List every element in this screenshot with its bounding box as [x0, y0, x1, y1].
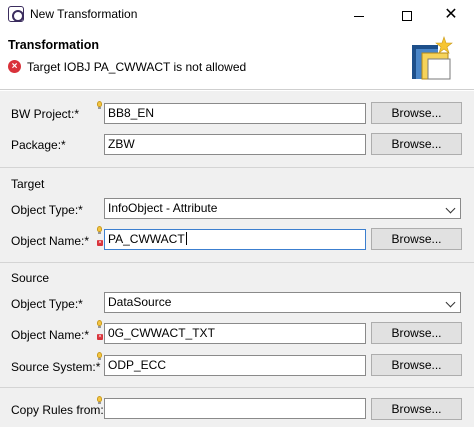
content-assist-bulb-icon — [97, 320, 102, 328]
content-assist-bulb-icon — [97, 396, 102, 404]
bw-project-label: BW Project:* — [11, 107, 80, 121]
minimize-icon — [354, 15, 364, 17]
copy-rules-field[interactable] — [104, 398, 366, 419]
target-object-type-select[interactable]: InfoObject - Attribute — [104, 198, 461, 219]
target-object-type-value: InfoObject - Attribute — [108, 201, 218, 215]
error-message: Target IOBJ PA_CWWACT is not allowed — [27, 60, 247, 74]
target-object-name-field[interactable]: PA_CWWACT — [104, 229, 366, 250]
wizard-title: Transformation — [8, 38, 99, 52]
source-system-label: Source System:* — [11, 360, 101, 374]
bw-project-field[interactable]: BB8_EN — [104, 103, 366, 124]
package-label: Package:* — [11, 138, 66, 152]
field-error-icon: × — [97, 334, 103, 340]
target-object-name-value: PA_CWWACT — [108, 232, 185, 246]
content-assist-bulb-icon — [97, 101, 102, 109]
source-object-name-browse-button[interactable]: Browse... — [371, 322, 462, 344]
package-field[interactable]: ZBW — [104, 134, 366, 155]
content-assist-bulb-icon — [97, 226, 102, 234]
field-error-icon: × — [97, 240, 103, 246]
close-button[interactable]: ✕ — [428, 0, 474, 30]
title-bar: New Transformation ✕ — [0, 0, 474, 30]
wizard-body: BW Project:* BB8_EN Browse... Package:* … — [0, 91, 474, 427]
bw-project-browse-button[interactable]: Browse... — [371, 102, 462, 124]
maximize-button[interactable] — [384, 0, 430, 30]
copy-rules-label: Copy Rules from: — [11, 403, 104, 417]
copy-rules-browse-button[interactable]: Browse... — [371, 398, 462, 420]
maximize-icon — [402, 11, 412, 22]
separator — [0, 167, 474, 168]
package-browse-button[interactable]: Browse... — [371, 133, 462, 155]
wizard-header: Transformation × Target IOBJ PA_CWWACT i… — [0, 30, 474, 90]
separator — [0, 387, 474, 388]
target-object-name-browse-button[interactable]: Browse... — [371, 228, 462, 250]
target-section-label: Target — [11, 177, 45, 191]
eclipse-app-icon — [8, 6, 24, 22]
source-object-type-select[interactable]: DataSource — [104, 292, 461, 313]
content-assist-bulb-icon — [97, 352, 102, 360]
source-object-type-label: Object Type:* — [11, 297, 83, 311]
target-object-type-label: Object Type:* — [11, 203, 83, 217]
window-title: New Transformation — [30, 7, 138, 21]
source-section-label: Source — [11, 271, 50, 285]
chevron-down-icon — [445, 297, 456, 308]
target-object-name-label: Object Name:* — [11, 234, 90, 248]
source-object-name-label: Object Name:* — [11, 328, 90, 342]
source-system-browse-button[interactable]: Browse... — [371, 354, 462, 376]
text-caret — [185, 232, 187, 245]
minimize-button[interactable] — [336, 0, 382, 30]
error-icon: × — [8, 60, 21, 73]
transformation-wizard-icon — [412, 36, 453, 80]
source-object-type-value: DataSource — [108, 295, 172, 309]
source-system-field[interactable]: ODP_ECC — [104, 355, 366, 376]
separator — [0, 262, 474, 263]
source-object-name-field[interactable]: 0G_CWWACT_TXT — [104, 323, 366, 344]
chevron-down-icon — [445, 203, 456, 214]
